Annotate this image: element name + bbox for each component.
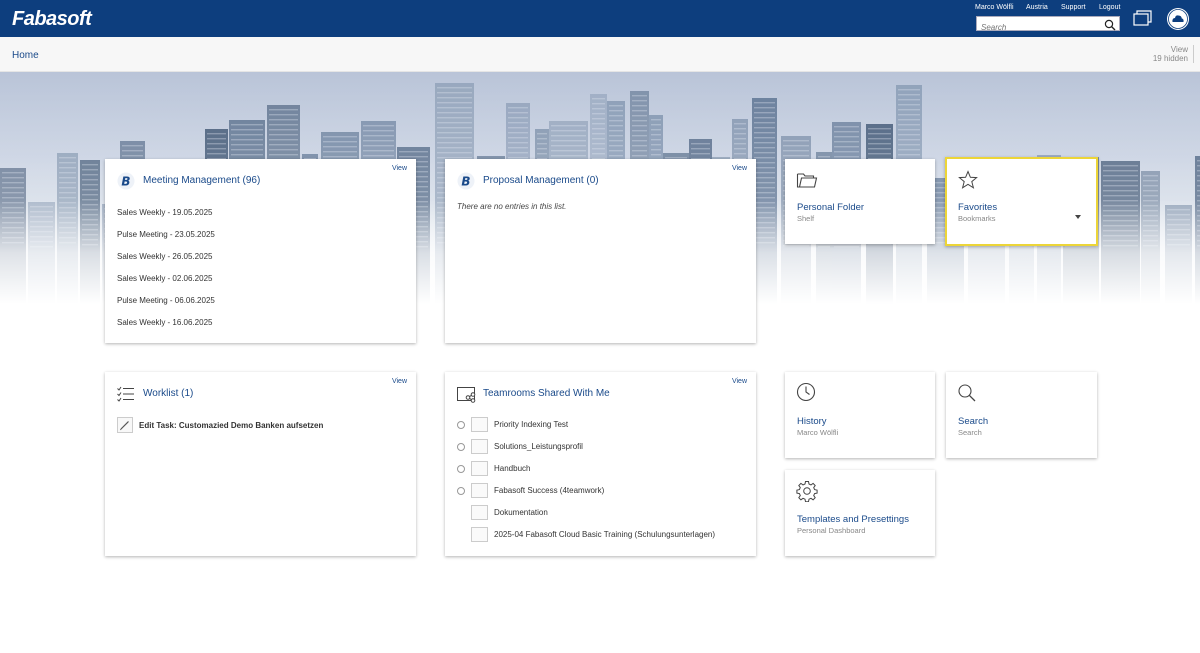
history-title[interactable]: History <box>797 416 827 427</box>
personal-folder-title[interactable]: Personal Folder <box>797 202 864 213</box>
empty-list-message: There are no entries in this list. <box>457 202 567 211</box>
history-subtitle: Marco Wölfli <box>797 428 839 437</box>
teamroom-icon <box>471 527 488 542</box>
teamroom-icon <box>471 417 488 432</box>
top-header: Fabasoft Marco Wölfli Austria Support Lo… <box>0 0 1200 37</box>
checklist-icon <box>117 386 135 407</box>
teamrooms-title[interactable]: Teamrooms Shared With Me <box>483 388 610 399</box>
meeting-view-link[interactable]: View <box>392 165 407 172</box>
teamroom-icon <box>471 439 488 454</box>
teamroom-label[interactable]: Priority Indexing Test <box>494 420 568 429</box>
personal-folder-tile[interactable]: Personal Folder Shelf <box>785 159 935 244</box>
teamroom-label[interactable]: Handbuch <box>494 464 530 473</box>
breadcrumb-home[interactable]: Home <box>12 50 39 61</box>
gear-icon <box>796 480 818 507</box>
chevron-down-icon[interactable] <box>1075 206 1081 224</box>
region-link[interactable]: Austria <box>1026 4 1048 11</box>
teamroom-label[interactable]: 2025-04 Fabasoft Cloud Basic Training (S… <box>494 530 715 539</box>
meeting-item[interactable]: Pulse Meeting - 23.05.2025 <box>117 230 215 239</box>
windows-icon[interactable] <box>1132 9 1154 32</box>
meeting-item[interactable]: Sales Weekly - 19.05.2025 <box>117 208 212 217</box>
teamroom-icon <box>471 483 488 498</box>
magnifier-icon <box>957 383 977 408</box>
edit-task-icon <box>117 417 133 433</box>
proposal-app-icon: B <box>457 172 475 195</box>
proposal-title[interactable]: Proposal Management (0) <box>483 175 599 186</box>
teamrooms-widget: View Teamrooms Shared With Me Priority I… <box>445 372 756 556</box>
teamroom-label[interactable]: Fabasoft Success (4teamwork) <box>494 486 604 495</box>
search-input[interactable] <box>977 21 1101 34</box>
meeting-item[interactable]: Sales Weekly - 02.06.2025 <box>117 274 212 283</box>
history-tile[interactable]: History Marco Wölfli <box>785 372 935 458</box>
cloud-home-icon[interactable] <box>1166 7 1190 36</box>
favorites-subtitle: Bookmarks <box>958 214 996 223</box>
hidden-count: 19 hidden <box>1152 54 1188 63</box>
teamroom-radio[interactable] <box>457 487 465 495</box>
favorites-tile[interactable]: Favorites Bookmarks <box>945 157 1098 246</box>
worklist-title[interactable]: Worklist (1) <box>143 388 193 399</box>
templates-subtitle: Personal Dashboard <box>797 526 866 535</box>
meeting-item[interactable]: Pulse Meeting - 06.06.2025 <box>117 296 215 305</box>
view-hidden-toggle[interactable]: View 19 hidden <box>1152 45 1194 63</box>
meeting-app-icon: B <box>117 172 135 195</box>
favorites-title[interactable]: Favorites <box>958 202 997 213</box>
teamroom-radio[interactable] <box>457 465 465 473</box>
meeting-item[interactable]: Sales Weekly - 16.06.2025 <box>117 318 212 327</box>
meeting-title[interactable]: Meeting Management (96) <box>143 175 260 186</box>
star-icon <box>958 170 978 195</box>
search-icon[interactable] <box>1104 18 1116 36</box>
support-link[interactable]: Support <box>1061 4 1086 11</box>
teamroom-radio[interactable] <box>457 443 465 451</box>
meeting-management-widget: View B Meeting Management (96) Sales Wee… <box>105 159 416 343</box>
templates-tile[interactable]: Templates and Presettings Personal Dashb… <box>785 470 935 556</box>
breadcrumb-bar: Home View 19 hidden <box>0 37 1200 72</box>
meeting-item[interactable]: Sales Weekly - 26.05.2025 <box>117 252 212 261</box>
search-tile-title[interactable]: Search <box>958 416 988 427</box>
search-box <box>976 16 1120 34</box>
worklist-view-link[interactable]: View <box>392 378 407 385</box>
proposal-management-widget: View B Proposal Management (0) There are… <box>445 159 756 343</box>
teamroom-label[interactable]: Dokumentation <box>494 508 548 517</box>
clock-icon <box>796 382 816 407</box>
worklist-widget: View Worklist (1) Edit Task: Customazied… <box>105 372 416 556</box>
teamroom-icon <box>471 461 488 476</box>
folder-icon <box>796 171 818 194</box>
teamroom-radio[interactable] <box>457 421 465 429</box>
shared-teamroom-icon <box>457 387 477 408</box>
templates-title[interactable]: Templates and Presettings <box>797 514 909 525</box>
personal-folder-subtitle: Shelf <box>797 214 815 223</box>
logout-link[interactable]: Logout <box>1099 4 1120 11</box>
user-menu-link[interactable]: Marco Wölfli <box>975 4 1014 11</box>
fabasoft-logo[interactable]: Fabasoft <box>12 8 92 31</box>
search-tile-subtitle: Search <box>958 428 982 437</box>
worklist-task[interactable]: Edit Task: Customazied Demo Banken aufse… <box>139 421 323 430</box>
view-label: View <box>1170 45 1188 54</box>
svg-text:B: B <box>121 175 130 189</box>
svg-text:B: B <box>461 175 470 189</box>
search-tile[interactable]: Search Search <box>946 372 1097 458</box>
teamroom-icon <box>471 505 488 520</box>
teamrooms-view-link[interactable]: View <box>732 378 747 385</box>
proposal-view-link[interactable]: View <box>732 165 747 172</box>
teamroom-label[interactable]: Solutions_Leistungsprofil <box>494 442 583 451</box>
